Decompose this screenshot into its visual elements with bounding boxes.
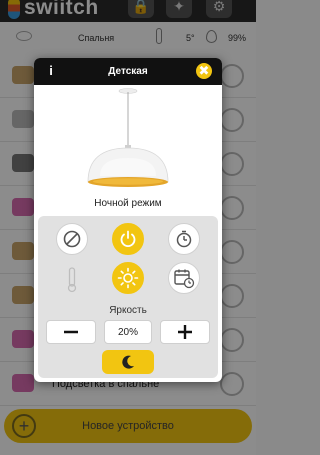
brightness-decrease-button[interactable] (46, 320, 96, 344)
stopwatch-icon (176, 230, 192, 248)
calendar-clock-icon (174, 269, 195, 289)
brightness-increase-button[interactable] (160, 320, 210, 344)
thermometer-indicator (66, 266, 78, 294)
power-button[interactable] (112, 223, 144, 255)
thermometer-icon (67, 267, 77, 293)
night-mode-button[interactable] (102, 350, 154, 374)
sun-icon (117, 267, 139, 289)
close-icon[interactable]: ✖ (196, 63, 212, 79)
modal-title: Детская (108, 66, 148, 77)
pendant-lamp-image (87, 88, 169, 187)
brightness-button[interactable] (112, 262, 144, 294)
brightness-value-box: 20% (104, 320, 152, 344)
modal-header: i Детская ✖ (34, 58, 222, 85)
disable-icon (63, 230, 81, 248)
device-modal: i Детская ✖ Ночной режим Яркость 20% (34, 58, 222, 382)
schedule-button[interactable] (168, 262, 200, 294)
moon-icon (122, 355, 134, 369)
brightness-label: Яркость (109, 305, 147, 316)
plus-icon (178, 325, 192, 339)
minus-icon (64, 330, 78, 334)
brightness-value: 20% (117, 326, 138, 338)
mode-label: Ночной режим (94, 198, 162, 209)
power-icon (120, 230, 136, 248)
control-panel: Яркость 20% (38, 216, 218, 378)
disable-button[interactable] (56, 223, 88, 255)
timer-button[interactable] (168, 223, 200, 255)
